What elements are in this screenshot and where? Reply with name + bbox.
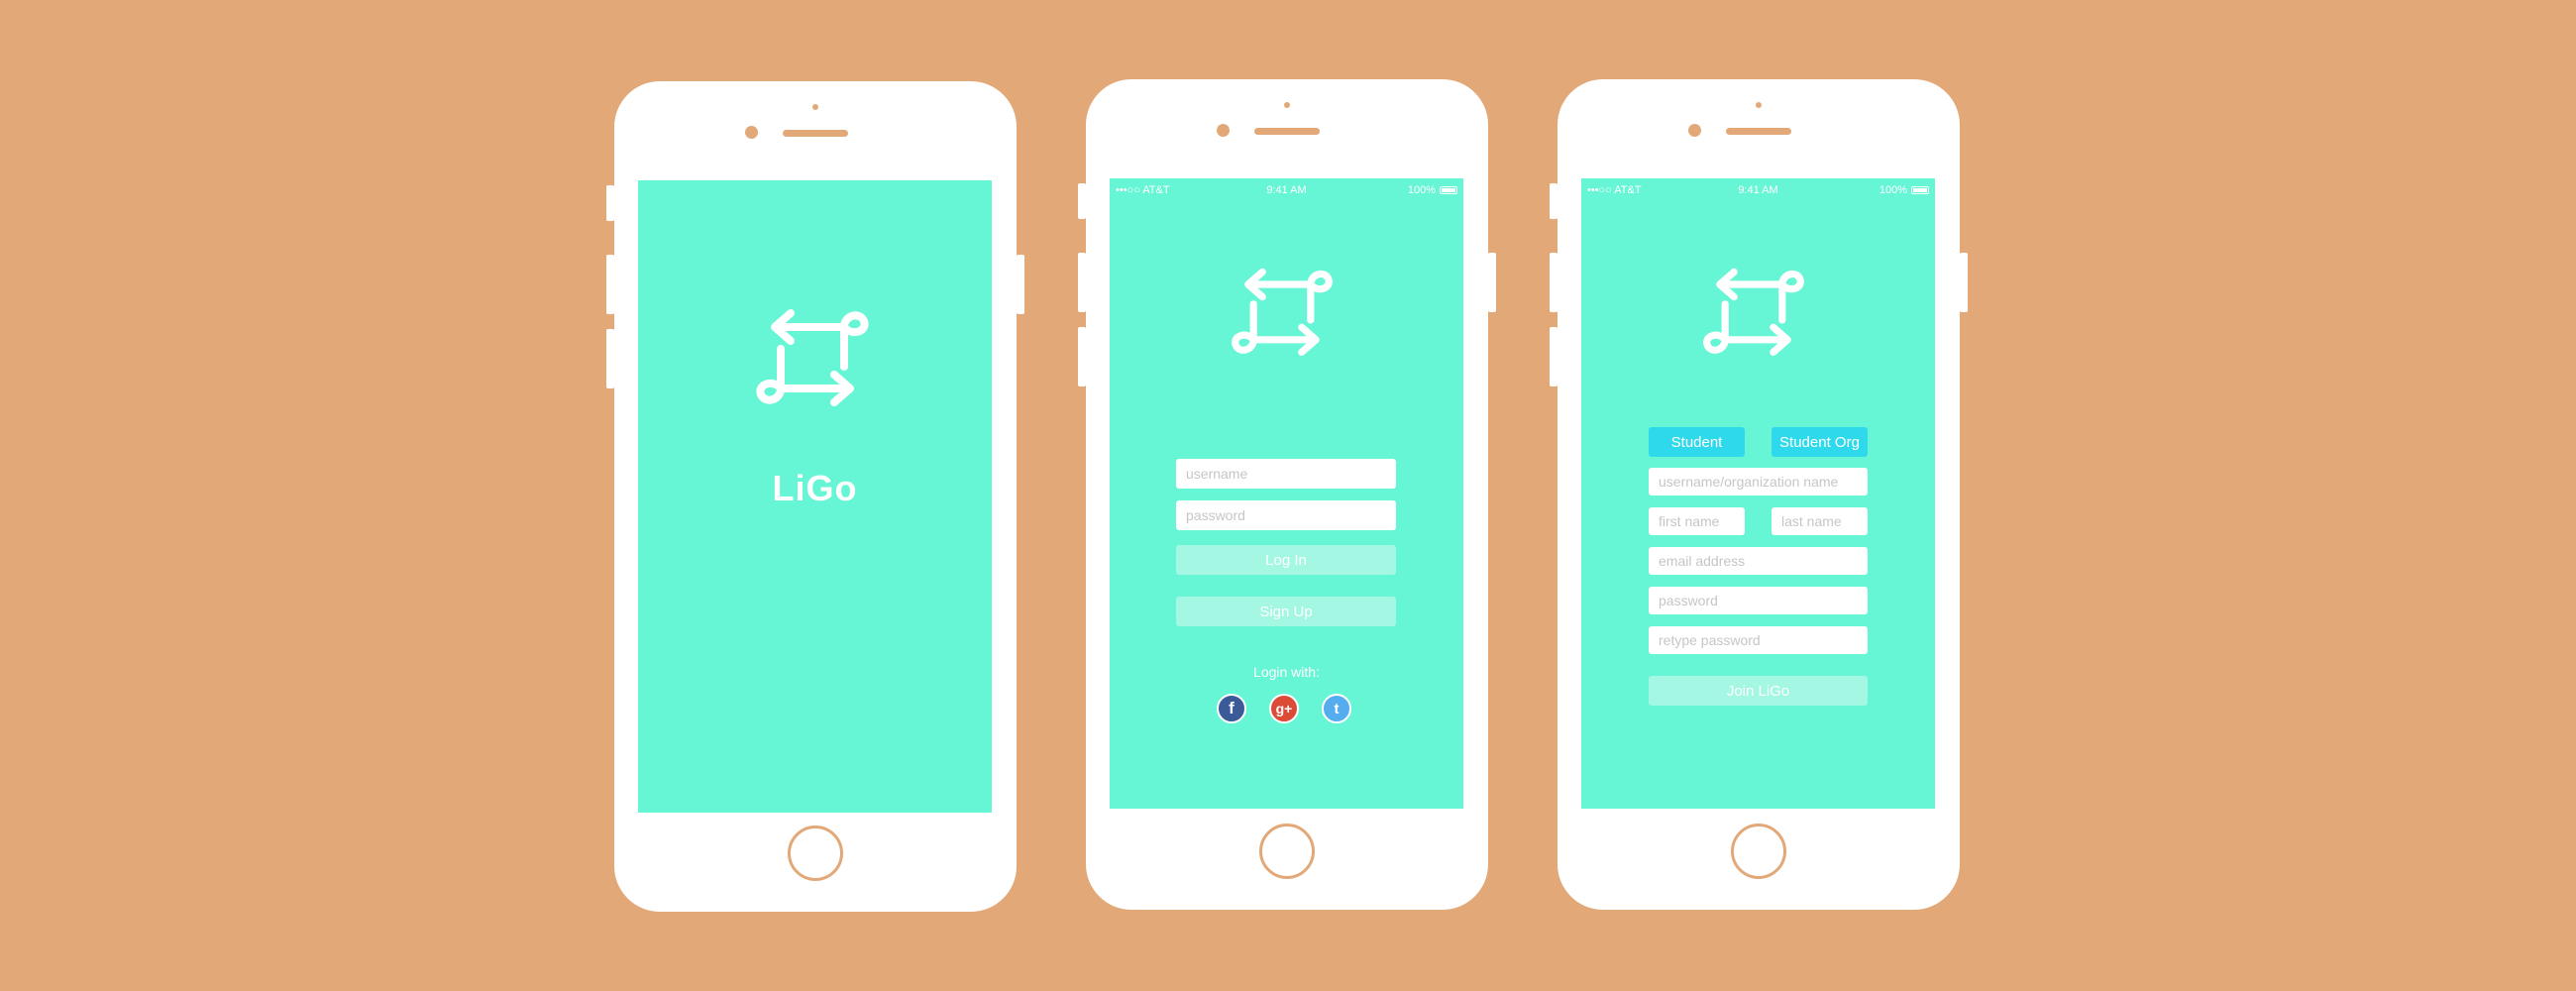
status-bar: •••○○ AT&T 9:41 AM 100% xyxy=(1110,184,1463,198)
battery-percent: 100% xyxy=(1407,184,1436,196)
login-screen: •••○○ AT&T 9:41 AM 100% Log In Sign Up L… xyxy=(1110,178,1463,809)
last-name-input[interactable] xyxy=(1771,507,1868,535)
earpiece-speaker xyxy=(1726,128,1791,135)
proximity-sensor xyxy=(812,104,818,110)
toggle-student[interactable]: Student xyxy=(1649,427,1745,457)
battery-icon xyxy=(1911,186,1929,194)
twitter-icon[interactable]: t xyxy=(1322,694,1351,723)
battery-percent: 100% xyxy=(1878,184,1907,196)
password-input[interactable] xyxy=(1176,500,1396,530)
first-name-input[interactable] xyxy=(1649,507,1745,535)
power-button xyxy=(1960,253,1968,312)
join-button[interactable]: Join LiGo xyxy=(1649,676,1868,706)
ligo-logo-icon xyxy=(753,297,872,416)
power-button xyxy=(1017,255,1024,314)
ligo-logo-icon xyxy=(1229,258,1336,365)
ligo-logo-icon xyxy=(1700,258,1807,365)
proximity-sensor xyxy=(1756,102,1762,108)
phone-splash: LiGo xyxy=(606,81,1024,912)
username-input[interactable] xyxy=(1649,468,1868,496)
power-button xyxy=(1488,253,1496,312)
front-camera xyxy=(1217,124,1230,137)
mute-switch xyxy=(1078,183,1086,219)
home-button[interactable] xyxy=(788,826,843,881)
google-plus-glyph: g+ xyxy=(1275,701,1293,716)
volume-down-button xyxy=(606,329,614,388)
password-input[interactable] xyxy=(1649,587,1868,614)
signup-screen: •••○○ AT&T 9:41 AM 100% Student Student … xyxy=(1581,178,1935,809)
login-with-label: Login with: xyxy=(1253,664,1320,680)
volume-up-button xyxy=(606,255,614,314)
toggle-student-org[interactable]: Student Org xyxy=(1771,427,1868,457)
status-bar: •••○○ AT&T 9:41 AM 100% xyxy=(1581,184,1935,198)
retype-password-input[interactable] xyxy=(1649,626,1868,654)
facebook-icon[interactable]: f xyxy=(1217,694,1246,723)
battery-status: 100% xyxy=(1879,184,1929,196)
home-button[interactable] xyxy=(1731,824,1786,879)
email-input[interactable] xyxy=(1649,547,1868,575)
login-button[interactable]: Log In xyxy=(1176,545,1396,575)
volume-up-button xyxy=(1078,253,1086,312)
splash-screen: LiGo xyxy=(638,180,992,813)
phone-login: •••○○ AT&T 9:41 AM 100% Log In Sign Up L… xyxy=(1078,79,1496,910)
google-plus-icon[interactable]: g+ xyxy=(1269,694,1299,723)
front-camera xyxy=(745,126,758,139)
username-input[interactable] xyxy=(1176,459,1396,489)
mute-switch xyxy=(606,185,614,221)
volume-down-button xyxy=(1078,327,1086,386)
mute-switch xyxy=(1550,183,1557,219)
proximity-sensor xyxy=(1284,102,1290,108)
twitter-glyph: t xyxy=(1334,700,1340,717)
brand-name: LiGo xyxy=(772,468,858,508)
phone-signup: •••○○ AT&T 9:41 AM 100% Student Student … xyxy=(1550,79,1968,910)
facebook-glyph: f xyxy=(1229,699,1234,717)
battery-status: 100% xyxy=(1408,184,1457,196)
volume-up-button xyxy=(1550,253,1557,312)
earpiece-speaker xyxy=(783,130,848,137)
front-camera xyxy=(1688,124,1701,137)
battery-icon xyxy=(1440,186,1457,194)
volume-down-button xyxy=(1550,327,1557,386)
signup-button[interactable]: Sign Up xyxy=(1176,597,1396,626)
earpiece-speaker xyxy=(1254,128,1320,135)
home-button[interactable] xyxy=(1259,824,1315,879)
